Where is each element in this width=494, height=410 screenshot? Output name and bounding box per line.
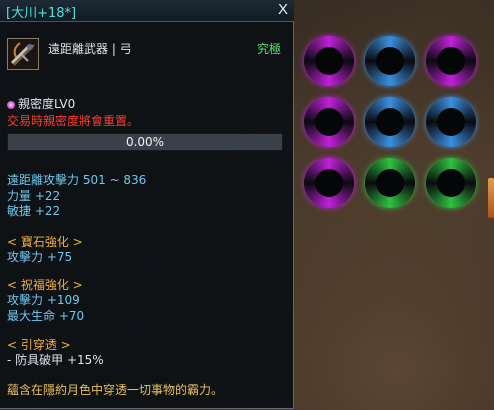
socket-hole [376,108,404,136]
item-title: [大川+18*] [6,6,77,21]
socket-slot-blue[interactable] [365,97,415,147]
close-button[interactable]: X [278,1,288,18]
stat-attack: 遠距離攻擊力 501 ~ 836 [7,173,147,187]
stat-agility: 敏捷 +22 [7,204,61,218]
item-type: 遠距離武器 | 弓 [48,42,132,56]
socket-hole [437,169,465,197]
pierce-stat: - 防具破甲 +15% [7,353,104,367]
tooltip-titlebar: [大川+18*] X [0,0,294,22]
socket-hole [437,47,465,75]
progress-text: 0.00% [125,135,165,149]
affinity-progress-bar: 0.00% [7,133,283,151]
socket-slot-green[interactable] [365,158,415,208]
pierce-section-header: < 引穿透 > [7,338,71,352]
blessing-stat-attack: 攻擊力 +109 [7,293,80,307]
item-tooltip: [大川+18*] X 遠距離武器 | 弓 究極 親密度LV0 交易時親密度將會重… [0,0,294,409]
socket-slot-purple[interactable] [304,36,354,86]
blessing-stat-hp: 最大生命 +70 [7,309,85,323]
stat-strength: 力量 +22 [7,189,61,203]
socket-hole [315,108,343,136]
affinity-icon [7,100,15,109]
bow-icon [7,38,39,70]
socket-slot-purple[interactable] [426,36,476,86]
item-rank: 究極 [256,42,281,56]
socket-slot-purple[interactable] [304,158,354,208]
blessing-section-header: < 祝福強化 > [7,278,83,292]
affinity-label: 親密度LV0 [18,97,76,111]
socket-slot-green[interactable] [426,158,476,208]
socket-slot-blue[interactable] [426,97,476,147]
socket-slot-purple[interactable] [304,97,354,147]
socket-slot-blue[interactable] [365,36,415,86]
socket-hole [315,47,343,75]
socket-grid [304,36,490,222]
socket-hole [315,169,343,197]
affinity-level: 親密度LV0 [7,95,75,112]
affinity-warning: 交易時親密度將會重置。 [7,114,140,128]
gem-stat: 攻擊力 +75 [7,250,73,264]
socket-hole [376,169,404,197]
item-description: 蘊含在隱約月色中穿透一切事物的霸力。 [7,383,224,397]
socket-hole [376,47,404,75]
socket-hole [437,108,465,136]
gem-section-header: < 寶石強化 > [7,235,83,249]
